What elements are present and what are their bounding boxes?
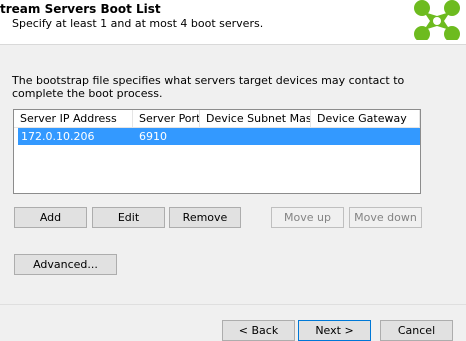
column-subnet-mask[interactable]: Device Subnet Mask — [200, 110, 311, 127]
list-header: Server IP Address Server Port Device Sub… — [14, 110, 420, 128]
remove-button[interactable]: Remove — [169, 207, 241, 228]
bootstrap-description: The bootstrap file specifies what server… — [12, 74, 405, 100]
row-server-ip: 172.0.10.206 — [21, 130, 95, 143]
row-server-port: 6910 — [139, 130, 167, 143]
advanced-button[interactable]: Advanced... — [14, 254, 117, 275]
table-row[interactable]: 172.0.10.206 6910 — [18, 128, 420, 145]
next-button[interactable]: Next > — [298, 320, 371, 341]
wizard-header: tream Servers Boot List Specify at least… — [0, 0, 466, 45]
page-title: tream Servers Boot List — [0, 2, 161, 16]
cancel-button[interactable]: Cancel — [380, 320, 453, 341]
boot-server-list[interactable]: Server IP Address Server Port Device Sub… — [13, 109, 421, 194]
column-server-port[interactable]: Server Port — [133, 110, 200, 127]
page-subtitle: Specify at least 1 and at most 4 boot se… — [12, 17, 264, 30]
back-button[interactable]: < Back — [222, 320, 295, 341]
footer-divider — [0, 304, 466, 305]
column-gateway[interactable]: Device Gateway — [311, 110, 420, 127]
move-up-button[interactable]: Move up — [271, 207, 344, 228]
move-down-button[interactable]: Move down — [349, 207, 422, 228]
column-server-ip[interactable]: Server IP Address — [14, 110, 133, 127]
edit-button[interactable]: Edit — [92, 207, 165, 228]
citrix-logo-icon — [414, 0, 460, 40]
add-button[interactable]: Add — [14, 207, 87, 228]
